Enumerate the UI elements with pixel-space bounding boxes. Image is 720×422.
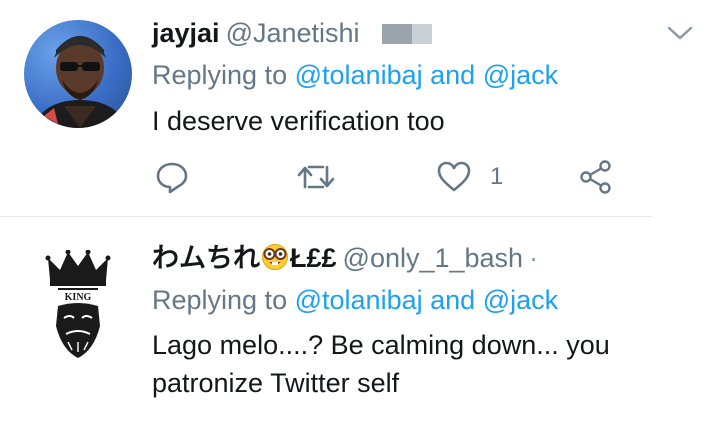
tweet-actions: 1 bbox=[0, 157, 720, 201]
avatar[interactable]: KING bbox=[44, 249, 112, 360]
display-name[interactable]: jayjai bbox=[152, 18, 220, 48]
nerd-face-emoji-icon bbox=[262, 244, 288, 270]
tweet-header: わムちれ Ł££ @only_1_bash · bbox=[152, 241, 538, 275]
like-count: 1 bbox=[490, 163, 504, 190]
tweet[interactable]: jayjai @Janetishi Replying to @tolanibaj … bbox=[0, 0, 720, 216]
username-handle[interactable]: @Janetishi bbox=[226, 18, 360, 48]
display-name-suffix: Ł££ bbox=[290, 243, 337, 273]
tweet-text: I deserve verification too bbox=[152, 106, 445, 136]
and-link[interactable]: and bbox=[430, 285, 475, 315]
tweet-text-line: patronize Twitter self bbox=[152, 368, 400, 398]
svg-text:KING: KING bbox=[65, 292, 92, 303]
replying-prefix: Replying to bbox=[152, 285, 288, 315]
tweet-header: jayjai @Janetishi bbox=[152, 16, 432, 50]
username-handle[interactable]: @only_1_bash bbox=[343, 243, 524, 273]
avatar[interactable] bbox=[24, 20, 132, 128]
tweet-text: Lago melo....? Be calming down... you pa… bbox=[152, 326, 692, 402]
tweet-text-line: Lago melo....? Be calming down... you bbox=[152, 330, 610, 360]
replying-to: Replying to @tolanibaj and @jack bbox=[152, 58, 558, 92]
mention-link[interactable]: @tolanibaj bbox=[295, 285, 423, 315]
display-name-prefix: わムちれ bbox=[152, 243, 260, 273]
replying-to: Replying to @tolanibaj and @jack bbox=[152, 283, 558, 317]
share-button[interactable] bbox=[578, 157, 614, 197]
retweet-button[interactable] bbox=[296, 157, 336, 197]
display-name[interactable]: わムちれ Ł££ bbox=[152, 243, 337, 273]
like-button[interactable]: 1 bbox=[436, 157, 503, 197]
mention-link[interactable]: @tolanibaj bbox=[295, 60, 423, 90]
separator-dot: · bbox=[529, 243, 539, 273]
share-icon bbox=[580, 160, 611, 194]
reply-button[interactable] bbox=[154, 157, 190, 197]
like-icon bbox=[437, 161, 471, 192]
chevron-down-icon[interactable] bbox=[666, 22, 694, 44]
retweet-icon bbox=[297, 165, 335, 189]
replying-prefix: Replying to bbox=[152, 60, 288, 90]
reply-icon bbox=[156, 162, 188, 194]
mention-link[interactable]: @jack bbox=[483, 285, 558, 315]
mention-link[interactable]: @jack bbox=[483, 60, 558, 90]
and-link[interactable]: and bbox=[430, 60, 475, 90]
redacted-timestamp bbox=[381, 24, 432, 44]
